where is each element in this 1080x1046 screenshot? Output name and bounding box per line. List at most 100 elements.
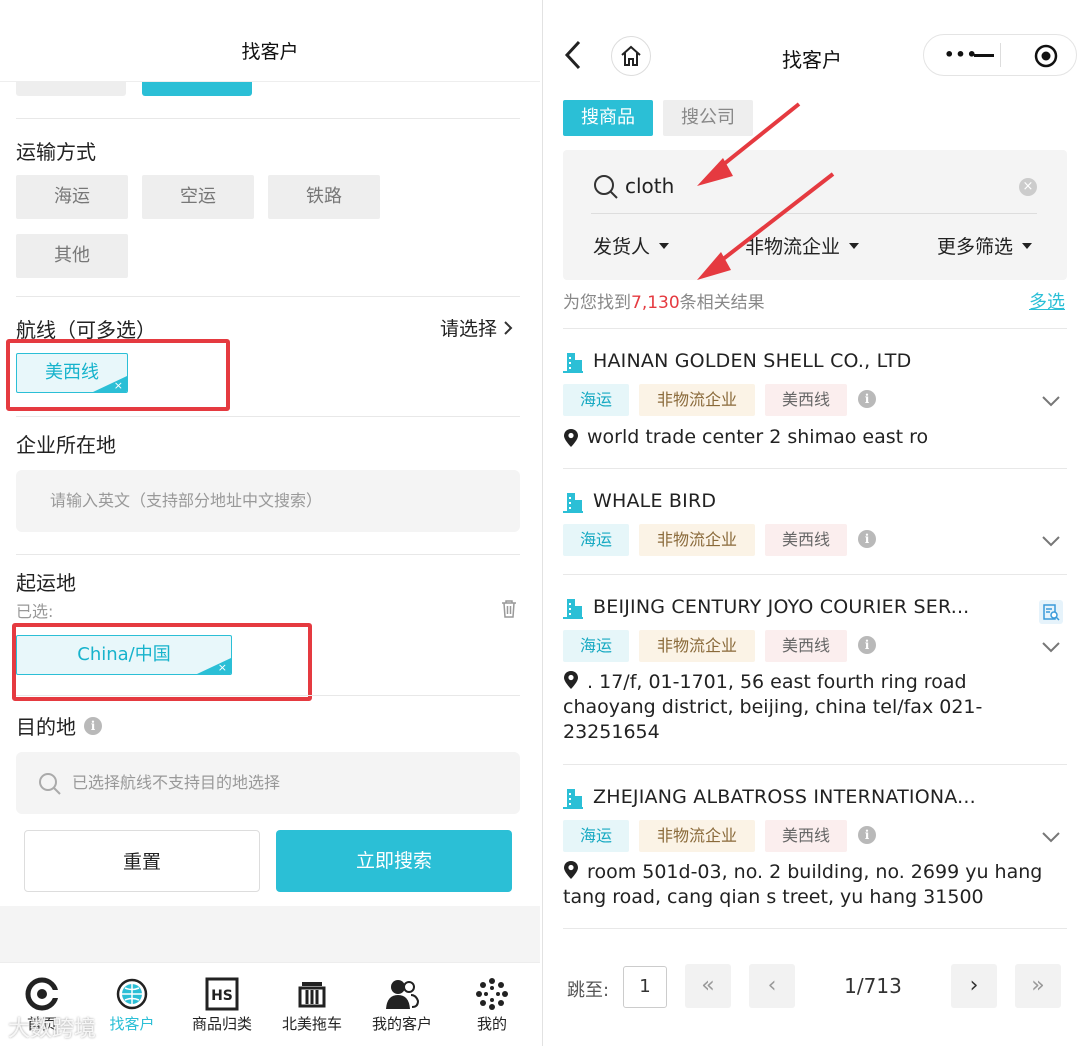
- tag-sea: 海运: [563, 820, 629, 852]
- nav-item-truck[interactable]: 北美拖车: [272, 975, 352, 1034]
- address-line: tang road, cang qian s treet, yu hang 31…: [563, 886, 984, 908]
- company-name: BEIJING CENTURY JOYO COURIER SER...: [593, 596, 970, 618]
- capsule-divider: [1000, 43, 1001, 67]
- info-icon[interactable]: i: [858, 390, 876, 408]
- partial-chip[interactable]: [16, 82, 126, 96]
- result-count: 为您找到7,130条相关结果: [563, 288, 765, 313]
- tag-non-logistics: 非物流企业: [639, 820, 755, 852]
- divider: [563, 764, 1067, 765]
- nav-label: 找客户: [109, 1015, 155, 1033]
- building-icon: [563, 789, 583, 809]
- tab-search-goods[interactable]: 搜商品: [563, 100, 653, 136]
- destination-placeholder: 已选择航线不支持目的地选择: [72, 773, 281, 792]
- result-number: 7,130: [631, 293, 680, 313]
- transport-option-sea[interactable]: 海运: [16, 175, 128, 219]
- chevron-down-icon[interactable]: [1041, 394, 1061, 408]
- origin-selected-label: 已选:: [16, 602, 54, 621]
- company-address: world trade center 2 shimao east ro: [563, 425, 928, 450]
- transport-label: 运输方式: [16, 140, 96, 164]
- nav-item-my-customers[interactable]: 我的客户: [362, 975, 442, 1034]
- company-address: . 17/f, 01-1701, 56 east fourth ring roa…: [563, 670, 982, 745]
- destination-label: 目的地: [16, 715, 76, 739]
- info-icon[interactable]: i: [858, 826, 876, 844]
- transport-option-rail[interactable]: 铁路: [268, 175, 380, 219]
- jump-label: 跳至:: [567, 980, 610, 1001]
- divider: [16, 695, 520, 696]
- bottom-nav: 首页 找客户 HS 商品归类 北美拖车 我的客户 我的 大数跨境: [0, 962, 540, 1046]
- destination-label-row: 目的地 i: [16, 711, 102, 740]
- nav-item-hs-code[interactable]: HS 商品归类: [182, 975, 262, 1034]
- location-input[interactable]: 请输入英文（支持部分地址中文搜索）: [16, 470, 520, 532]
- route-select-link[interactable]: 请选择: [440, 314, 515, 341]
- highlight-box: [6, 339, 230, 411]
- right-results-panel: 找客户 ••• — 搜商品 搜公司 cloth × 发货人 非物流企业 更多筛选: [542, 0, 1080, 1046]
- chevron-down-icon[interactable]: [1041, 830, 1061, 844]
- location-pin-icon: [564, 428, 578, 447]
- clear-icon[interactable]: ×: [1019, 178, 1037, 196]
- destination-input[interactable]: 已选择航线不支持目的地选择: [16, 752, 520, 814]
- svg-text:HS: HS: [211, 988, 233, 1004]
- prev-page-button[interactable]: ‹: [749, 964, 795, 1008]
- info-icon[interactable]: i: [84, 716, 102, 735]
- tag-non-logistics: 非物流企业: [639, 524, 755, 556]
- caret-down-icon: [1022, 242, 1033, 249]
- company-card[interactable]: WHALE BIRD 海运 非物流企业 美西线 i: [563, 490, 1067, 570]
- address-line: room 501d-03, no. 2 building, no. 2699 y…: [587, 861, 1043, 883]
- search-icon: [39, 773, 61, 795]
- filter-label: 发货人: [593, 236, 651, 258]
- info-icon[interactable]: i: [858, 530, 876, 548]
- company-card[interactable]: BEIJING CENTURY JOYO COURIER SER... 海运 非…: [563, 596, 1067, 746]
- profile-icon: [476, 978, 508, 1010]
- divider: [563, 328, 1067, 329]
- search-input[interactable]: cloth: [625, 174, 674, 198]
- bottom-spacer: [0, 906, 540, 962]
- tag-route: 美西线: [765, 630, 847, 662]
- company-card[interactable]: HAINAN GOLDEN SHELL CO., LTD 海运 非物流企业 美西…: [563, 350, 1067, 460]
- reset-button[interactable]: 重置: [24, 830, 260, 892]
- filter-label: 更多筛选: [937, 236, 1014, 258]
- address-line: world trade center 2 shimao east ro: [587, 426, 929, 448]
- highlight-box: [12, 623, 312, 701]
- tag-non-logistics: 非物流企业: [639, 384, 755, 416]
- company-name: WHALE BIRD: [593, 490, 717, 512]
- divider: [16, 416, 520, 417]
- close-target-icon[interactable]: [1034, 44, 1058, 68]
- building-icon: [563, 493, 583, 513]
- first-page-button[interactable]: «: [685, 964, 731, 1008]
- building-icon: [563, 599, 583, 619]
- jump-input[interactable]: 1: [623, 966, 667, 1008]
- multi-select-link[interactable]: 多选: [1029, 288, 1065, 314]
- partial-chip-selected[interactable]: [142, 82, 252, 96]
- building-icon: [563, 353, 583, 373]
- filter-shipper[interactable]: 发货人: [593, 232, 672, 259]
- nav-label: 我的: [476, 1015, 507, 1033]
- transport-option-air[interactable]: 空运: [142, 175, 254, 219]
- divider: [563, 928, 1067, 929]
- origin-label: 起运地: [16, 571, 76, 595]
- nav-label: 我的客户: [371, 1015, 432, 1033]
- info-icon[interactable]: i: [858, 636, 876, 654]
- nav-item-profile[interactable]: 我的: [452, 975, 532, 1034]
- minimize-icon[interactable]: [972, 47, 996, 63]
- chevron-down-icon[interactable]: [1041, 534, 1061, 548]
- tag-route: 美西线: [765, 524, 847, 556]
- trash-icon[interactable]: [500, 599, 518, 619]
- last-page-button[interactable]: »: [1015, 964, 1061, 1008]
- transport-option-other[interactable]: 其他: [16, 234, 128, 278]
- tag-sea: 海运: [563, 384, 629, 416]
- chevron-down-icon[interactable]: [1041, 640, 1061, 654]
- address-line: 23251654: [563, 721, 660, 743]
- page-indicator: 1/713: [844, 974, 902, 998]
- hs-code-icon: HS: [205, 977, 239, 1011]
- company-card[interactable]: ZHEJIANG ALBATROSS INTERNATIONA... 海运 非物…: [563, 786, 1067, 916]
- search-button[interactable]: 立即搜索: [276, 830, 512, 892]
- filter-more[interactable]: 更多筛选: [937, 232, 1035, 259]
- mini-program-capsule: ••• —: [923, 34, 1077, 76]
- search-record-icon[interactable]: [1039, 600, 1063, 624]
- tag-sea: 海运: [563, 630, 629, 662]
- result-suffix: 条相关结果: [679, 293, 765, 313]
- next-page-button[interactable]: ›: [951, 964, 997, 1008]
- home-logo-icon: [25, 977, 59, 1011]
- divider: [563, 574, 1067, 575]
- nav-item-find-customer[interactable]: 找客户: [92, 975, 172, 1034]
